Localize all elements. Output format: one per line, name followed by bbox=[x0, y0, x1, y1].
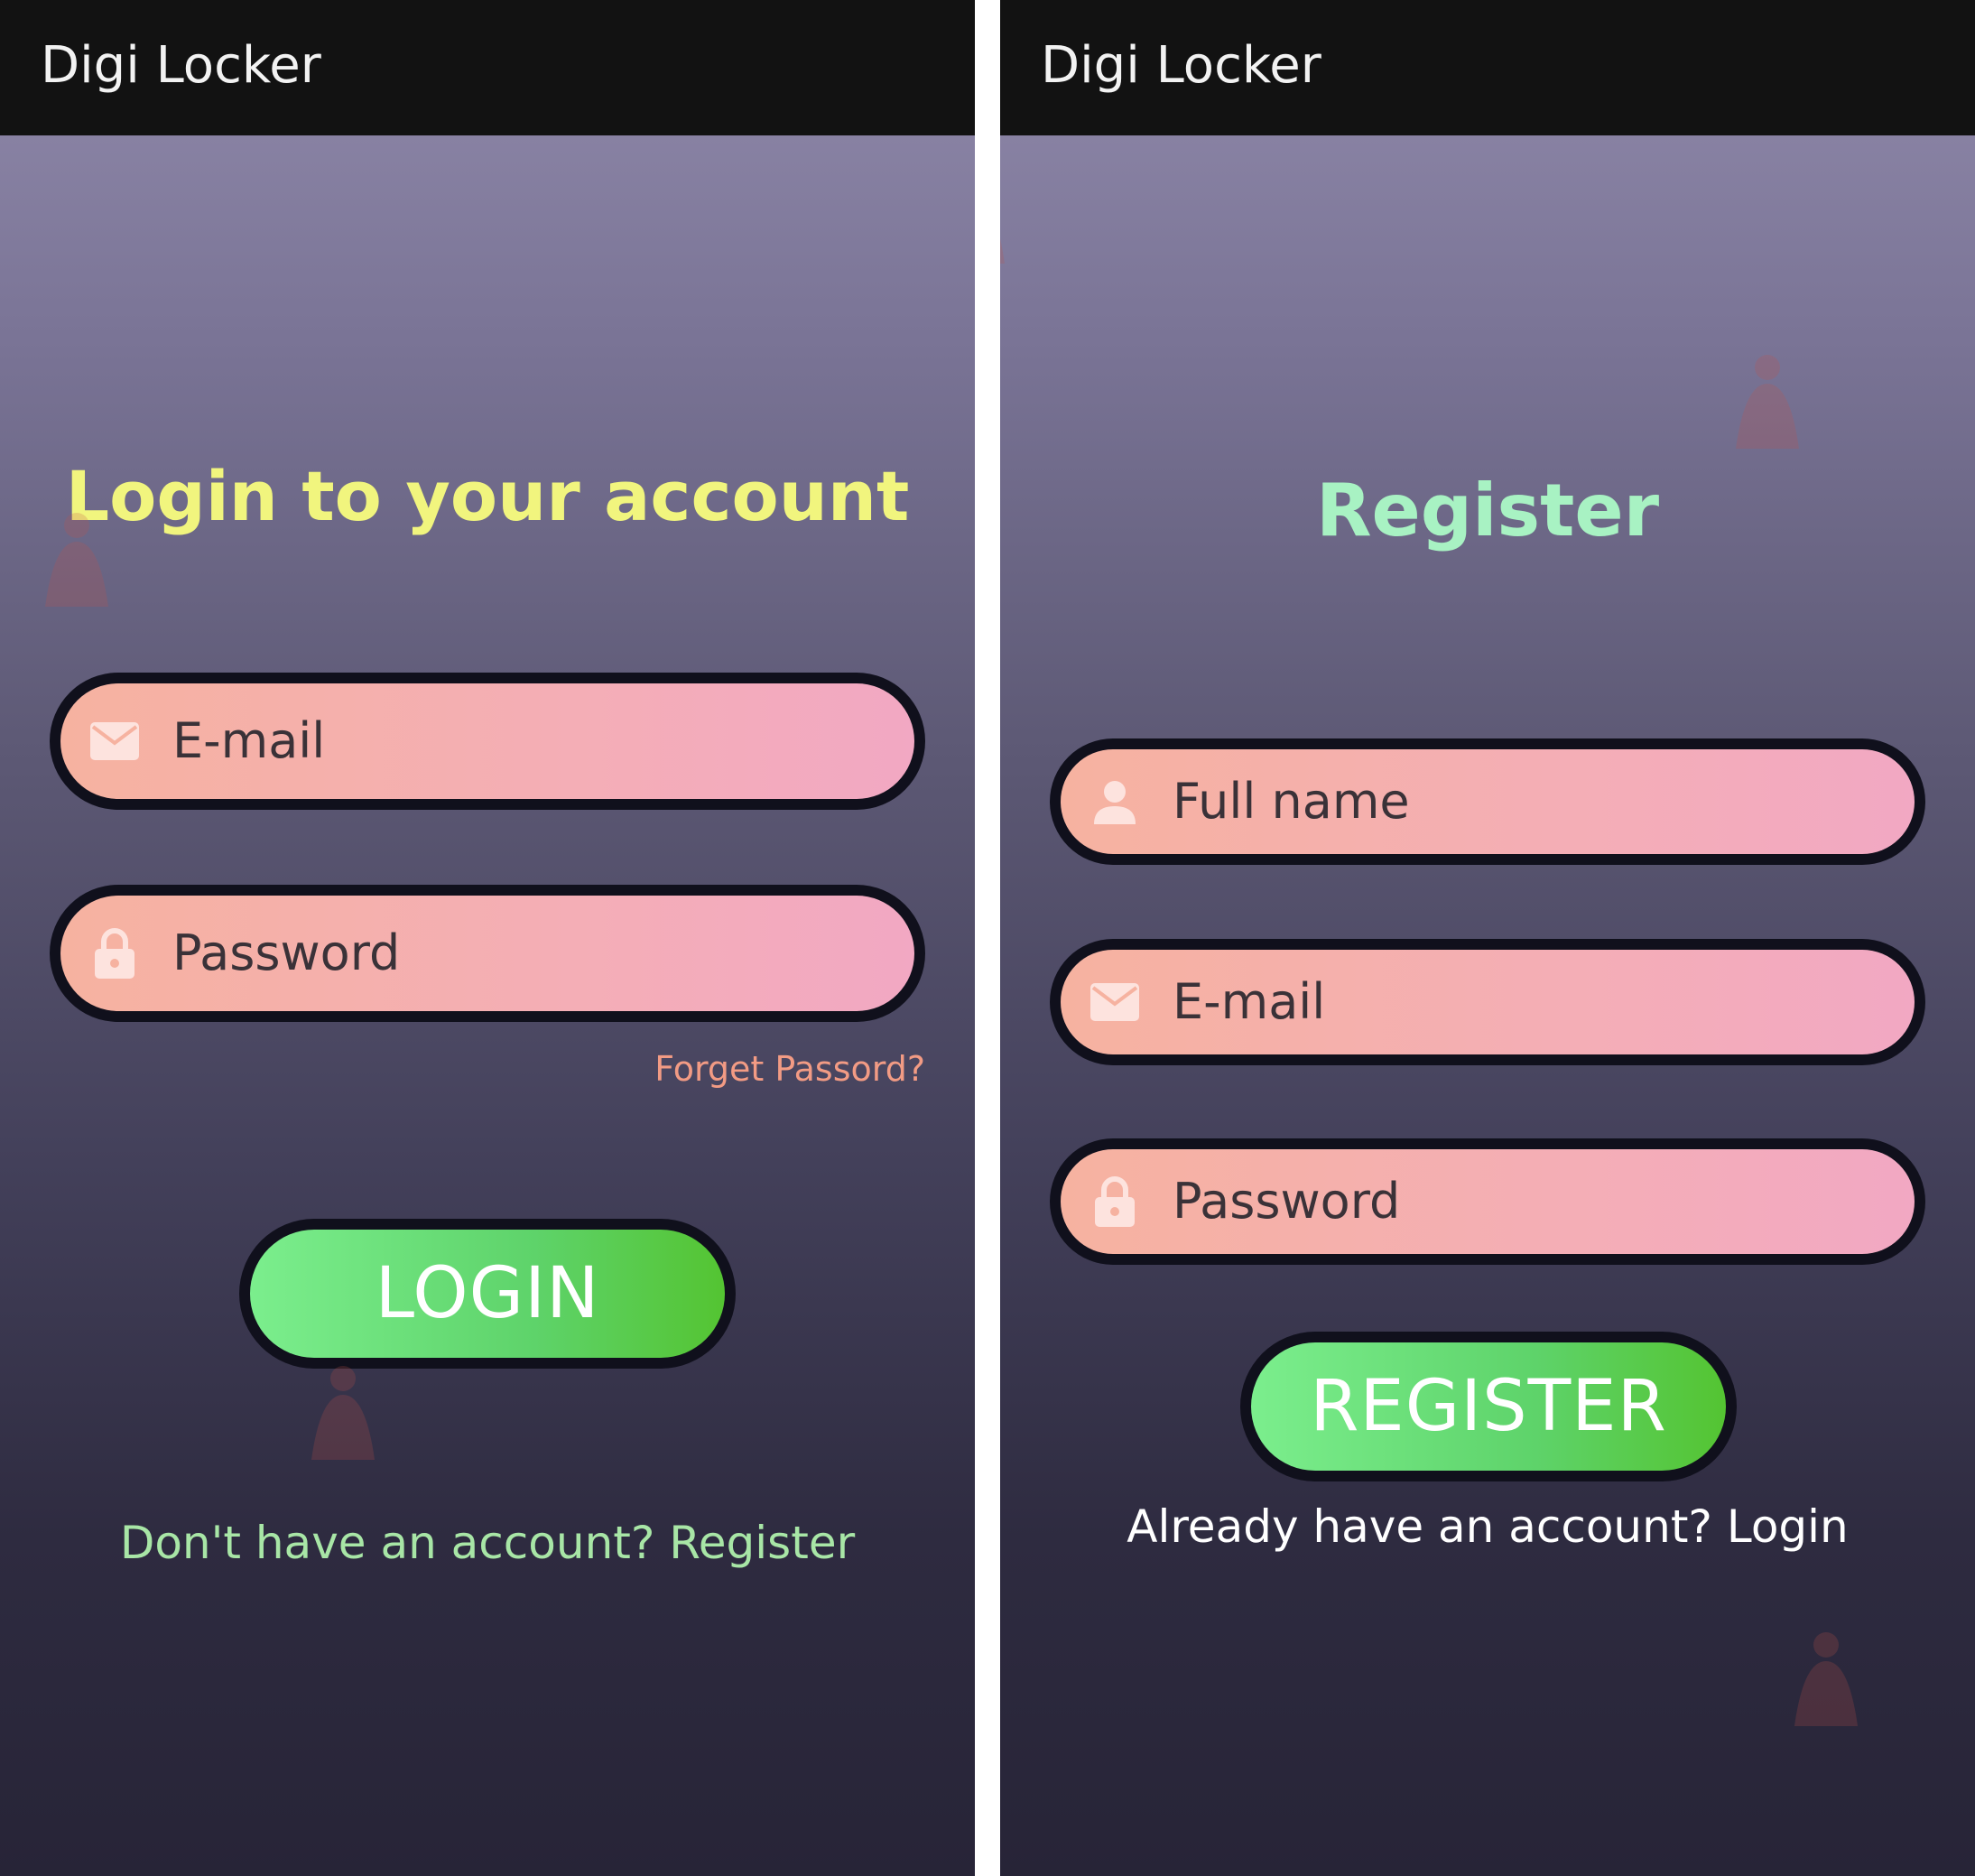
app-title: Digi Locker bbox=[41, 36, 321, 95]
watermark-logo bbox=[1000, 163, 1050, 298]
email-field[interactable]: E-mail bbox=[1050, 939, 1925, 1065]
envelope-icon bbox=[1088, 975, 1142, 1029]
email-placeholder: E-mail bbox=[172, 712, 326, 769]
password-field[interactable]: Password bbox=[1050, 1138, 1925, 1265]
register-link[interactable]: Don't have an account? Register bbox=[0, 1517, 975, 1569]
login-link[interactable]: Already have an account? Login bbox=[1000, 1500, 1975, 1553]
page-title: Register bbox=[1315, 469, 1660, 553]
register-button-label: REGISTER bbox=[1251, 1342, 1726, 1471]
watermark-logo bbox=[266, 1359, 420, 1494]
register-button[interactable]: REGISTER bbox=[1240, 1332, 1737, 1481]
lock-icon bbox=[1088, 1175, 1142, 1229]
person-icon bbox=[1088, 775, 1142, 829]
app-bar: Digi Locker bbox=[0, 0, 975, 135]
app-title: Digi Locker bbox=[1041, 36, 1321, 95]
lock-icon bbox=[88, 926, 142, 980]
login-screen: Digi Locker Login to your account E-mail bbox=[0, 0, 975, 1876]
login-button[interactable]: LOGIN bbox=[239, 1219, 736, 1369]
register-screen: Digi Locker Register Full name E-mail Pa… bbox=[1000, 0, 1975, 1876]
fullname-field[interactable]: Full name bbox=[1050, 738, 1925, 865]
login-button-label: LOGIN bbox=[250, 1230, 725, 1358]
app-bar: Digi Locker bbox=[1000, 0, 1975, 135]
password-placeholder: Password bbox=[172, 924, 401, 981]
password-placeholder: Password bbox=[1173, 1173, 1401, 1230]
email-placeholder: E-mail bbox=[1173, 973, 1326, 1030]
watermark-logo bbox=[1691, 348, 1844, 483]
fullname-placeholder: Full name bbox=[1173, 773, 1410, 830]
page-title: Login to your account bbox=[65, 456, 910, 536]
forgot-password-link[interactable]: Forget Passord? bbox=[654, 1049, 925, 1089]
envelope-icon bbox=[88, 714, 142, 768]
watermark-logo bbox=[1749, 1625, 1903, 1760]
email-field[interactable]: E-mail bbox=[50, 673, 925, 810]
password-field[interactable]: Password bbox=[50, 885, 925, 1022]
